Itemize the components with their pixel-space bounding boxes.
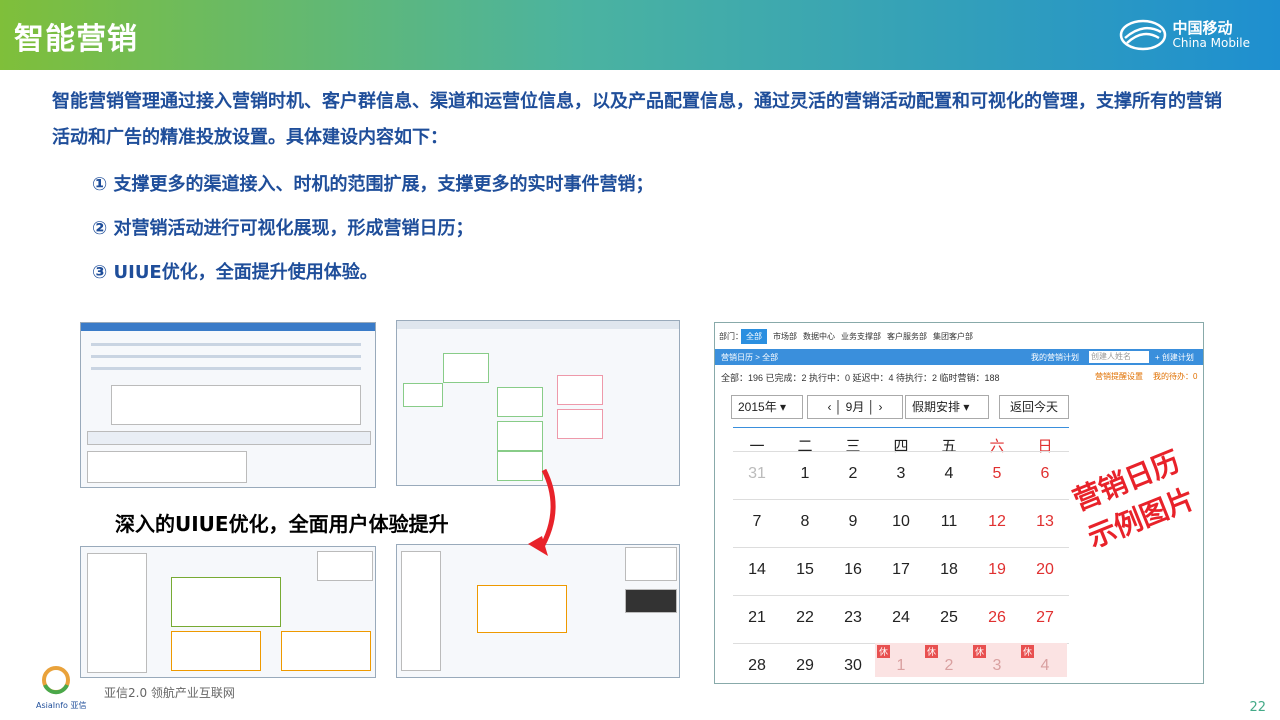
create-plan-button[interactable]: + 创建计划	[1155, 352, 1194, 363]
china-mobile-logo: 中国移动 China Mobile	[1119, 18, 1250, 52]
calendar-day[interactable]: 24	[881, 609, 921, 627]
month-select[interactable]: ‹ │ 9月 │ ›	[807, 395, 903, 419]
asiainfo-brand: AsiaInfo 亚信	[36, 701, 87, 710]
asiainfo-logo-icon	[42, 666, 70, 695]
calendar-row-divider	[733, 595, 1069, 596]
tab-label: 部门：	[719, 332, 743, 341]
header-bar: 智能营销 中国移动 China Mobile	[0, 0, 1280, 70]
calendar-day[interactable]: 3	[977, 657, 1017, 675]
calendar-day[interactable]: 26	[977, 609, 1017, 627]
footer-slogan: 亚信2.0 领航产业互联网	[104, 686, 235, 700]
logo-en: China Mobile	[1172, 36, 1250, 50]
arrow-icon	[528, 468, 556, 556]
today-button[interactable]: 返回今天	[999, 395, 1069, 419]
calendar-day[interactable]: 4	[929, 465, 969, 483]
screenshot-flow	[396, 320, 680, 486]
weekday-label: 五	[941, 438, 957, 455]
calendar-day[interactable]: 28	[737, 657, 777, 675]
screenshot-flow-2	[80, 546, 376, 678]
calendar-row-divider	[733, 451, 1069, 452]
calendar-day[interactable]: 1	[785, 465, 825, 483]
department-tabs: 部门： 全部 市场部 数据中心 业务支撑部 客户服务部 集团客户部	[715, 323, 1203, 349]
bullet-1: ① 支撑更多的渠道接入、时机的范围扩展，支撑更多的实时事件营销；	[92, 174, 654, 195]
tab-support[interactable]: 业务支撑部	[841, 331, 881, 342]
calendar-day[interactable]: 15	[785, 561, 825, 579]
mode-value: 假期安排	[912, 400, 961, 414]
screenshot-form	[80, 322, 376, 488]
tab-market[interactable]: 市场部	[773, 331, 797, 342]
screenshot-flow-3	[396, 544, 680, 678]
bullet-3: ③ UIUE优化，全面提升使用体验。	[92, 262, 378, 283]
weekday-label: 一	[749, 438, 765, 455]
tab-data[interactable]: 数据中心	[803, 331, 835, 342]
calendar-day[interactable]: 29	[785, 657, 825, 675]
weekday-label: 六	[989, 438, 1005, 455]
tab-all[interactable]: 全部	[741, 329, 767, 344]
year-select[interactable]: 2015年 ▾	[731, 395, 803, 419]
search-input[interactable]: 创建人姓名	[1089, 351, 1149, 363]
todo-link[interactable]: 我的待办：0	[1153, 371, 1197, 382]
calendar-day[interactable]: 21	[737, 609, 777, 627]
calendar-day[interactable]: 6	[1025, 465, 1065, 483]
calendar-day[interactable]: 30	[833, 657, 873, 675]
breadcrumb: 营销日历 > 全部	[721, 353, 779, 362]
calendar-day[interactable]: 16	[833, 561, 873, 579]
calendar-day[interactable]: 20	[1025, 561, 1065, 579]
year-value: 2015年	[738, 400, 777, 414]
calendar-day[interactable]: 14	[737, 561, 777, 579]
page-title: 智能营销	[14, 22, 138, 57]
calendar-day[interactable]: 2	[833, 465, 873, 483]
bullet-2: ② 对营销活动进行可视化展现，形成营销日历；	[92, 218, 474, 239]
china-mobile-logo-icon	[1119, 19, 1166, 51]
calendar-day[interactable]: 8	[785, 513, 825, 531]
page-number: 22	[1249, 700, 1266, 715]
calendar-row-divider	[733, 547, 1069, 548]
caption: 深入的UIUE优化，全面用户体验提升	[115, 512, 449, 536]
calendar-day[interactable]: 23	[833, 609, 873, 627]
calendar-day[interactable]: 12	[977, 513, 1017, 531]
calendar-day[interactable]: 18	[929, 561, 969, 579]
calendar-day[interactable]: 13	[1025, 513, 1065, 531]
my-plan-checkbox[interactable]: 我的营销计划	[1031, 352, 1079, 363]
calendar-day[interactable]: 4	[1025, 657, 1065, 675]
calendar-day[interactable]: 10	[881, 513, 921, 531]
calendar-row-divider	[733, 499, 1069, 500]
calendar-day[interactable]: 3	[881, 465, 921, 483]
tab-service[interactable]: 客户服务部	[887, 331, 927, 342]
calendar-day[interactable]: 31	[737, 465, 777, 483]
calendar-day[interactable]: 7	[737, 513, 777, 531]
intro-paragraph: 智能营销管理通过接入营销时机、客户群信息、渠道和运营位信息，以及产品配置信息，通…	[52, 91, 1222, 148]
calendar-day[interactable]: 22	[785, 609, 825, 627]
logo-cn: 中国移动	[1172, 19, 1233, 37]
calendar-day[interactable]: 9	[833, 513, 873, 531]
calendar-day[interactable]: 11	[929, 513, 969, 531]
calendar-day[interactable]: 17	[881, 561, 921, 579]
mode-select[interactable]: 假期安排 ▾	[905, 395, 989, 419]
calendar-day[interactable]: 19	[977, 561, 1017, 579]
calendar-day[interactable]: 2	[929, 657, 969, 675]
stats-summary: 全部：196 已完成：2 执行中：0 延迟中：4 待执行：2 临时营销：188	[721, 373, 1000, 383]
calendar-day[interactable]: 5	[977, 465, 1017, 483]
weekday-label: 日	[1037, 438, 1053, 455]
weekday-label: 二	[797, 438, 813, 455]
weekday-label: 三	[845, 438, 861, 455]
calendar-day[interactable]: 27	[1025, 609, 1065, 627]
settings-link[interactable]: 营销提醒设置	[1095, 371, 1143, 382]
month-value: 9月	[845, 400, 865, 414]
weekday-label: 四	[893, 438, 909, 455]
tab-group[interactable]: 集团客户部	[933, 331, 973, 342]
calendar-day[interactable]: 1	[881, 657, 921, 675]
calendar-day[interactable]: 25	[929, 609, 969, 627]
asiainfo-logo: AsiaInfo 亚信	[36, 664, 86, 711]
calendar-nav-bar: 营销日历 > 全部 我的营销计划 创建人姓名 + 创建计划	[715, 349, 1203, 365]
